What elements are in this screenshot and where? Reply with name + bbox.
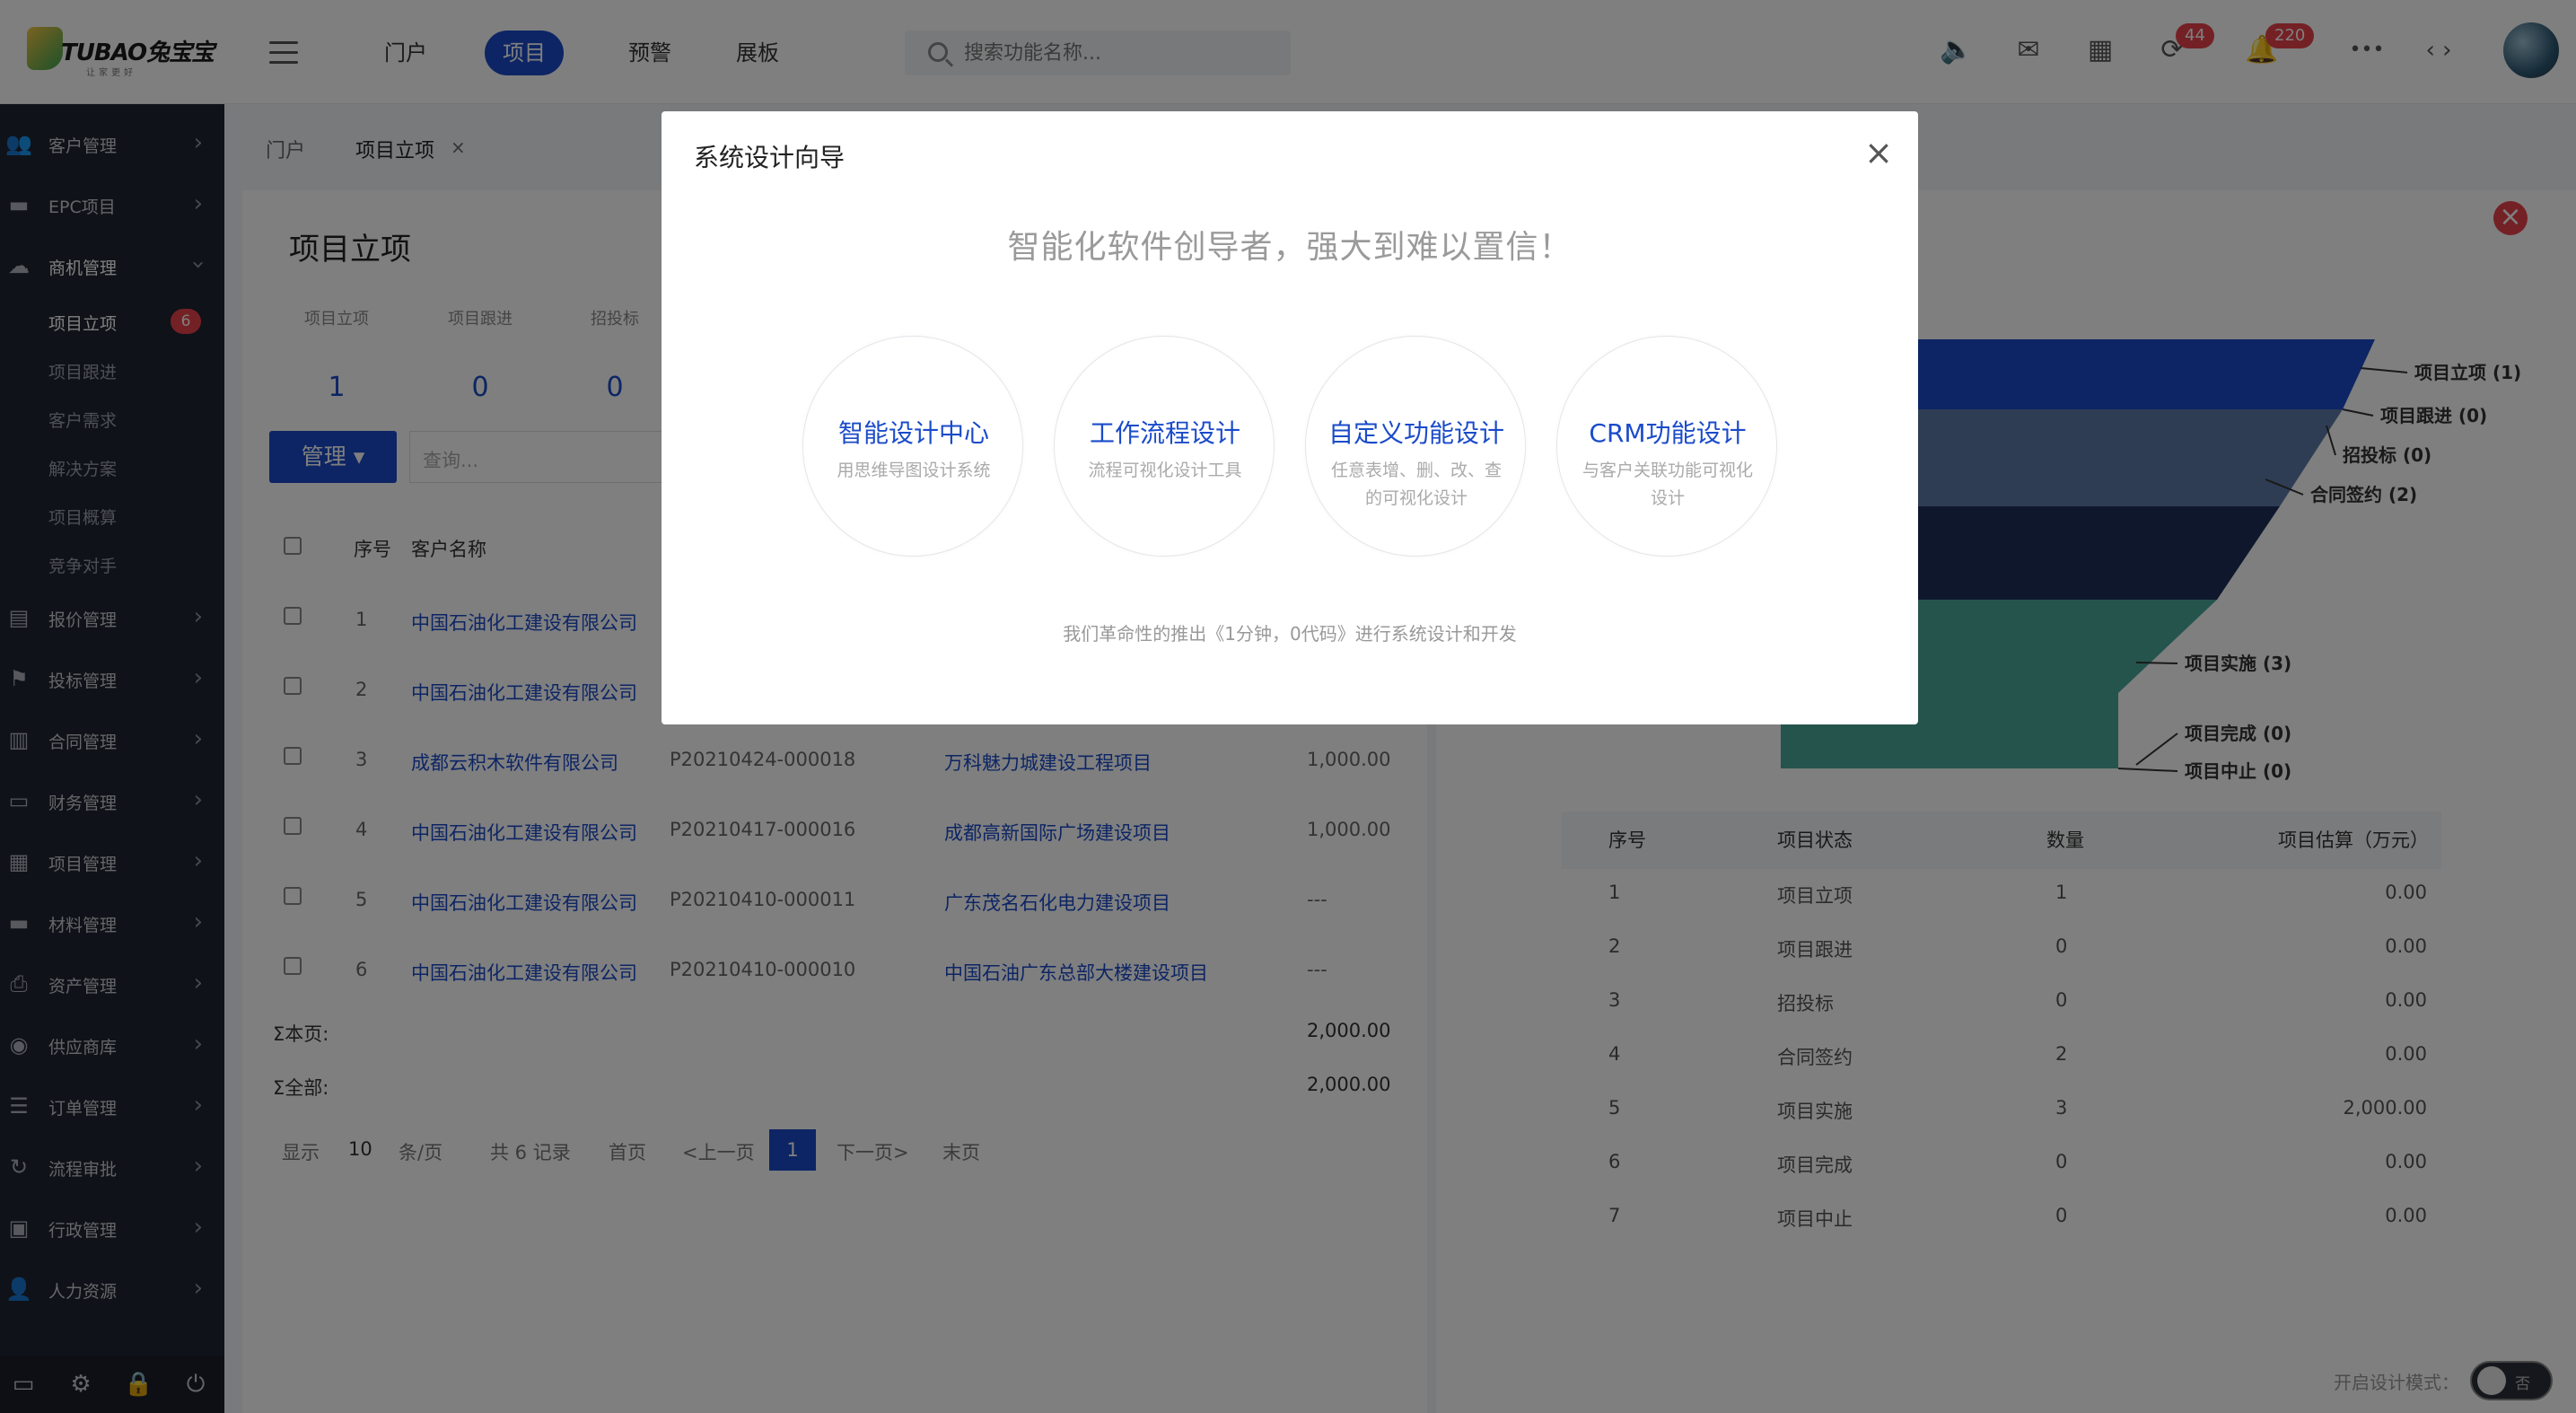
card-title: 自定义功能设计 [1327,418,1504,448]
card-smart-design[interactable]: 智能设计中心 用思维导图设计系统 [802,336,1023,557]
card-title: 工作流程设计 [1089,418,1240,448]
card-crm-design[interactable]: CRM功能设计 与客户关联功能可视化设计 [1556,336,1777,557]
modal-title: 系统设计向导 [694,143,846,172]
card-desc: 流程可视化设计工具 [1088,461,1242,480]
card-title: 智能设计中心 [837,418,989,448]
card-desc: 任意表增、删、改、查的可视化设计 [1330,461,1502,508]
card-title: CRM功能设计 [1589,418,1747,448]
card-workflow-design[interactable]: 工作流程设计 流程可视化设计工具 [1054,336,1275,557]
card-desc: 与客户关联功能可视化设计 [1582,461,1753,508]
card-desc: 用思维导图设计系统 [837,461,991,480]
modal-footer-note: 我们革命性的推出《1分钟，0代码》进行系统设计和开发 [1063,623,1517,645]
design-wizard-modal: 系统设计向导 × 智能化软件创导者，强大到难以置信！ 智能设计中心 用思维导图设… [662,111,1918,724]
card-custom-function-design[interactable]: 自定义功能设计 任意表增、删、改、查的可视化设计 [1305,336,1526,557]
modal-slogan: 智能化软件创导者，强大到难以置信！ [1007,229,1573,266]
close-icon[interactable]: × [1861,135,1897,171]
